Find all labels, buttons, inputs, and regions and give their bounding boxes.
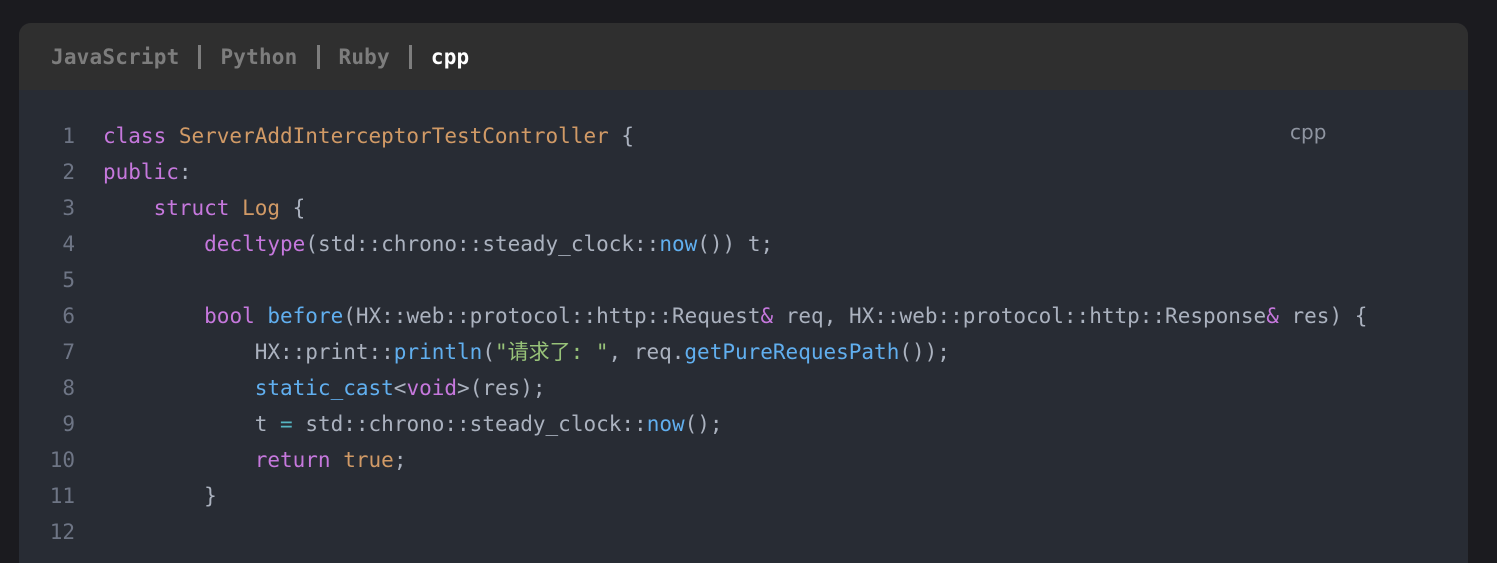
tab-divider — [198, 44, 202, 69]
line-number: 2 — [62, 160, 75, 184]
code-token: true — [343, 448, 394, 472]
code-line: 5 — [19, 262, 1468, 298]
code-token: before — [267, 304, 344, 328]
line-number: 4 — [62, 232, 75, 256]
tab-cpp[interactable]: cpp — [431, 45, 470, 69]
code-text: return true; — [103, 442, 407, 478]
code-token: static_cast — [254, 376, 394, 400]
code-token: ; — [393, 448, 407, 472]
line-number: 1 — [62, 124, 75, 148]
code-token: t — [103, 412, 281, 436]
code-token: public — [103, 160, 179, 184]
code-token: ()); — [899, 340, 950, 364]
code-token: req, HX::web::protocol::http::Response — [773, 304, 1267, 328]
code-token: res) { — [1278, 304, 1368, 328]
code-text: static_cast<void>(res); — [103, 370, 546, 406]
code-token: ServerAddInterceptorTestController — [178, 124, 609, 148]
line-number: 10 — [49, 448, 75, 472]
code-token: std::chrono::steady_clock:: — [292, 412, 647, 436]
code-token: (); — [684, 412, 723, 436]
code-line: 3 struct Log { — [19, 190, 1468, 226]
code-text: HX::print::println("请求了: ", req.getPureR… — [103, 334, 950, 370]
code-token: = — [280, 412, 293, 436]
code-token: , req. — [608, 340, 685, 364]
line-number: 9 — [62, 412, 75, 436]
code-line: 4 decltype(std::chrono::steady_clock::no… — [19, 226, 1468, 262]
code-token: decltype — [204, 232, 306, 256]
tab-python[interactable]: Python — [220, 45, 297, 69]
code-token: bool — [204, 304, 268, 328]
code-token: void — [406, 376, 458, 400]
line-number: 6 — [62, 304, 75, 328]
code-text: struct Log { — [103, 190, 306, 226]
line-number: 11 — [49, 484, 75, 508]
tab-divider — [316, 44, 320, 69]
code-token: ( — [482, 340, 495, 364]
code-line: 2 public: — [19, 154, 1468, 190]
code-line: 7 HX::print::println("请求了: ", req.getPur… — [19, 334, 1468, 370]
code-line: 8 static_cast<void>(res); — [19, 370, 1468, 406]
code-token: return — [254, 448, 344, 472]
tab-javascript[interactable]: JavaScript — [51, 45, 179, 69]
line-number: 8 — [62, 376, 75, 400]
code-text: public: — [103, 154, 192, 190]
code-text: class ServerAddInterceptorTestController… — [103, 118, 634, 154]
code-token: (res); — [469, 376, 546, 400]
code-token: (HX::web::protocol::http::Request — [343, 304, 761, 328]
code-token: > — [457, 376, 470, 400]
code-token: { — [608, 124, 635, 148]
code-text: t = std::chrono::steady_clock::now(); — [103, 406, 723, 442]
code-token: now — [659, 232, 698, 256]
language-tabs: JavaScript Python Ruby cpp — [19, 23, 1468, 90]
code-group-block: JavaScript Python Ruby cpp cpp 1 class Se… — [19, 23, 1468, 563]
code-token: "请求了: " — [494, 340, 609, 364]
code-line: 6 bool before(HX::web::protocol::http::R… — [19, 298, 1468, 334]
code-line: 9 t = std::chrono::steady_clock::now(); — [19, 406, 1468, 442]
code-token: : — [178, 160, 192, 184]
line-number: 7 — [62, 340, 75, 364]
code-line: 10 return true; — [19, 442, 1468, 478]
code-token: & — [760, 304, 774, 328]
code-token: (std::chrono::steady_clock:: — [305, 232, 660, 256]
code-token: class — [103, 124, 179, 148]
code-token: < — [393, 376, 407, 400]
line-number: 5 — [62, 268, 75, 292]
code-token: struct — [153, 196, 243, 220]
code-token: HX::print:: — [103, 340, 394, 364]
code-text: } — [103, 478, 217, 514]
code-token: println — [393, 340, 483, 364]
code-token: } — [103, 484, 217, 508]
code-token: { — [280, 196, 306, 220]
code-token: getPureRequesPath — [684, 340, 900, 364]
tab-ruby[interactable]: Ruby — [339, 45, 390, 69]
code-line: 1 class ServerAddInterceptorTestControlle… — [19, 118, 1468, 154]
code-text: bool before(HX::web::protocol::http::Req… — [103, 298, 1367, 334]
code-line: 11 } — [19, 478, 1468, 514]
code-block: cpp 1 class ServerAddInterceptorTestContr… — [19, 90, 1468, 563]
line-number: 3 — [62, 196, 75, 220]
code-token: & — [1266, 304, 1279, 328]
tab-divider — [408, 44, 412, 69]
code-token: ()) t; — [697, 232, 774, 256]
code-token: Log — [242, 196, 281, 220]
code-text: decltype(std::chrono::steady_clock::now(… — [103, 226, 773, 262]
code-token: now — [646, 412, 685, 436]
